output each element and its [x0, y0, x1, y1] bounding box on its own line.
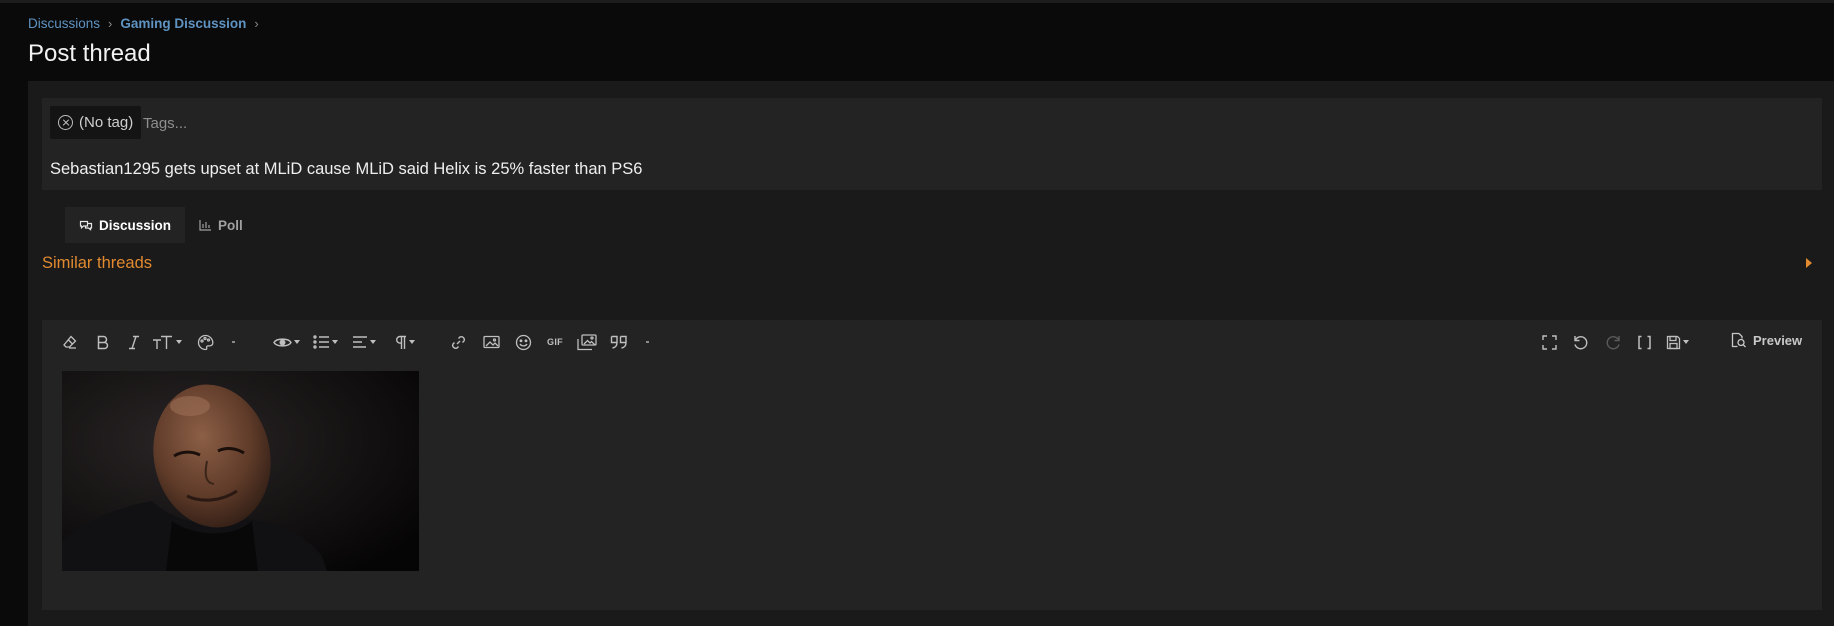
expand-caret-icon[interactable] — [1806, 258, 1812, 268]
breadcrumb-item-gaming-discussion[interactable]: Gaming Discussion — [120, 16, 246, 31]
text-color-icon[interactable] — [195, 331, 215, 353]
more-options-icon[interactable] — [232, 331, 235, 353]
similar-threads-header[interactable]: Similar threads — [42, 254, 152, 273]
fullscreen-icon[interactable] — [1539, 331, 1559, 353]
paragraph-icon[interactable] — [390, 331, 418, 353]
breadcrumb-separator: › — [108, 16, 113, 31]
list-icon[interactable] — [310, 331, 340, 353]
gif-icon[interactable]: GIF — [544, 331, 566, 353]
quote-icon[interactable] — [608, 331, 630, 353]
remove-prefix-icon[interactable] — [58, 115, 73, 130]
gif-image — [62, 371, 419, 571]
breadcrumb-item-discussions[interactable]: Discussions — [28, 16, 100, 31]
view-icon[interactable] — [270, 331, 302, 353]
bar-chart-icon — [199, 220, 212, 231]
bbcode-toggle-icon[interactable] — [1634, 331, 1654, 353]
insert-image-icon[interactable] — [481, 331, 501, 353]
more-options-icon[interactable] — [646, 331, 649, 353]
comments-icon — [79, 220, 93, 231]
thread-title-input[interactable]: Sebastian1295 gets upset at MLiD cause M… — [50, 160, 643, 179]
bold-icon[interactable] — [93, 331, 111, 353]
page-title: Post thread — [28, 40, 151, 67]
thread-type-tabs: Discussion Poll — [65, 207, 257, 243]
tab-poll[interactable]: Poll — [185, 207, 257, 243]
undo-icon[interactable] — [1570, 331, 1590, 353]
italic-icon[interactable] — [126, 331, 142, 353]
tab-poll-label: Poll — [218, 217, 243, 233]
top-border — [0, 0, 1834, 3]
media-icon[interactable] — [576, 331, 598, 353]
font-size-icon[interactable] — [151, 331, 183, 353]
tags-input[interactable] — [143, 111, 443, 135]
drafts-icon[interactable] — [1662, 331, 1692, 353]
redo-icon[interactable] — [1603, 331, 1623, 353]
prefix-selector[interactable]: (No tag) — [50, 106, 142, 139]
breadcrumb: Discussions › Gaming Discussion › — [28, 16, 267, 31]
tab-discussion[interactable]: Discussion — [65, 207, 186, 243]
preview-icon — [1731, 332, 1746, 348]
preview-button[interactable]: Preview — [1730, 332, 1802, 348]
preview-label: Preview — [1753, 332, 1803, 348]
tab-discussion-label: Discussion — [99, 217, 172, 233]
align-icon[interactable] — [349, 331, 379, 353]
prefix-label: (No tag) — [79, 114, 134, 131]
remove-format-icon[interactable] — [60, 331, 80, 353]
link-icon[interactable] — [448, 331, 468, 353]
breadcrumb-separator: › — [254, 16, 259, 31]
emoji-icon[interactable] — [513, 331, 533, 353]
